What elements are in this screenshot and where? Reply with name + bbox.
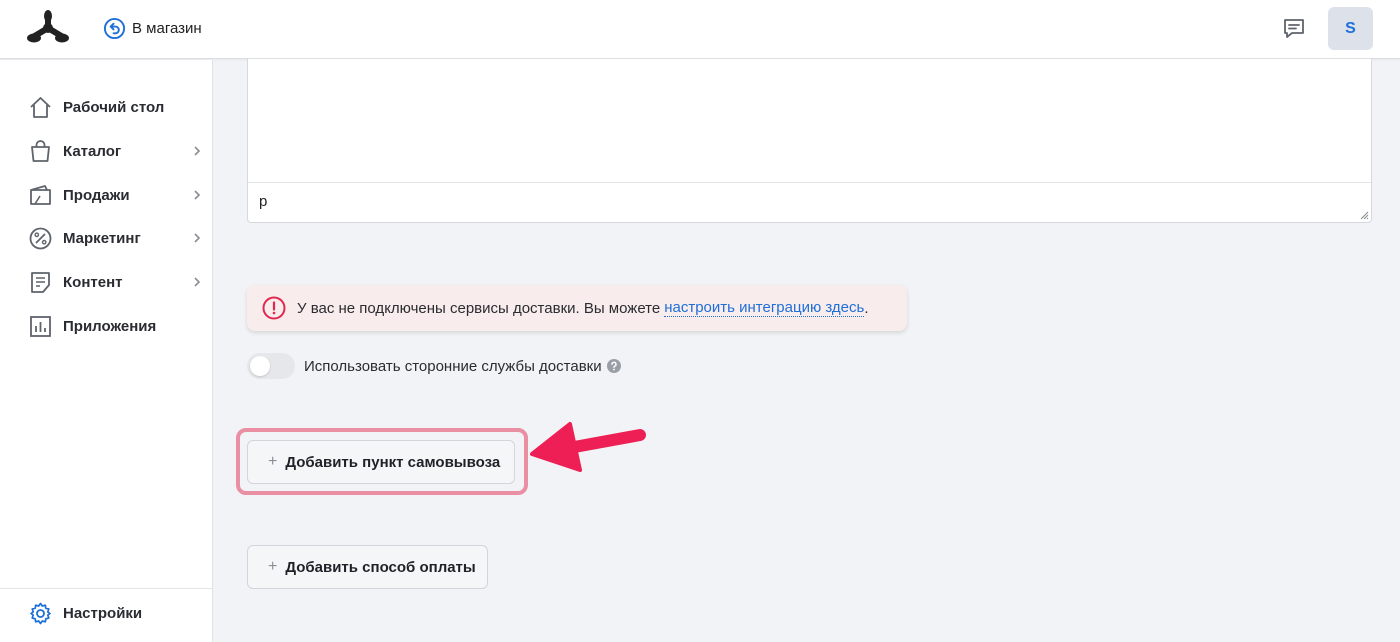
- sidebar-item-label: Рабочий стол: [63, 98, 165, 116]
- third-party-delivery-toggle[interactable]: [247, 353, 295, 379]
- content-icon: [31, 271, 50, 293]
- apps-chart-icon: [30, 315, 51, 337]
- sidebar: Рабочий стол Каталог Продажи Маркетинг К…: [0, 60, 213, 642]
- chevron-right-icon: [194, 190, 201, 200]
- third-party-delivery-label: Использовать сторонние службы доставки: [304, 357, 602, 375]
- annotation-arrow-icon: [530, 422, 646, 472]
- delivery-alert: У вас не подключены сервисы доставки. Вы…: [247, 285, 907, 331]
- top-bar: В магазин S: [0, 0, 1400, 59]
- sidebar-item-settings[interactable]: Настройки: [28, 600, 204, 626]
- sidebar-item-sales[interactable]: Продажи: [28, 182, 204, 208]
- sidebar-item-label: Каталог: [63, 142, 122, 160]
- gear-icon: [30, 602, 51, 624]
- shopping-bag-icon: [31, 139, 50, 162]
- sidebar-item-apps[interactable]: Приложения: [28, 313, 204, 339]
- chevron-right-icon: [194, 146, 201, 156]
- back-to-store-label: В магазин: [132, 20, 202, 37]
- alert-text: У вас не подключены сервисы доставки. Вы…: [297, 299, 661, 317]
- sidebar-item-label: Настройки: [63, 604, 143, 622]
- alert-suffix: .: [864, 299, 869, 317]
- sidebar-divider: [0, 588, 212, 589]
- percent-icon: [29, 227, 52, 249]
- sidebar-item-label: Маркетинг: [63, 229, 141, 247]
- home-icon: [30, 96, 51, 118]
- add-pickup-point-button[interactable]: + Добавить пункт самовывоза: [247, 440, 515, 484]
- rich-text-editor[interactable]: p: [247, 59, 1372, 223]
- chevron-right-icon: [194, 277, 201, 287]
- help-question-icon[interactable]: [606, 359, 621, 373]
- user-avatar[interactable]: S: [1328, 7, 1373, 50]
- chevron-right-icon: [194, 233, 201, 243]
- sidebar-item-label: Контент: [63, 273, 123, 291]
- editor-statusbar-divider: [248, 182, 1371, 183]
- toggle-knob: [250, 356, 270, 376]
- plus-icon: +: [268, 453, 278, 470]
- sidebar-item-dashboard[interactable]: Рабочий стол: [28, 94, 204, 120]
- sidebar-item-catalog[interactable]: Каталог: [28, 138, 204, 164]
- sidebar-item-label: Приложения: [63, 317, 157, 335]
- third-party-delivery-row: Использовать сторонние службы доставки: [247, 353, 621, 379]
- sidebar-item-label: Продажи: [63, 186, 130, 204]
- logo-icon[interactable]: [27, 9, 69, 47]
- resize-grip-icon[interactable]: [1359, 210, 1369, 220]
- chat-icon[interactable]: [1282, 16, 1306, 40]
- alert-circle-icon: [262, 296, 286, 320]
- sales-icon: [30, 184, 51, 205]
- sidebar-item-content[interactable]: Контент: [28, 269, 204, 295]
- sidebar-item-marketing[interactable]: Маркетинг: [28, 225, 204, 251]
- add-payment-method-label: Добавить способ оплаты: [285, 558, 476, 576]
- editor-element-path: p: [259, 193, 268, 210]
- back-arrow-circle-icon: [103, 17, 126, 40]
- back-to-store-link[interactable]: В магазин: [103, 17, 202, 40]
- plus-icon: +: [268, 558, 278, 575]
- setup-integration-link[interactable]: настроить интеграцию здесь: [664, 299, 865, 317]
- add-pickup-point-label: Добавить пункт самовывоза: [285, 453, 501, 471]
- add-payment-method-button[interactable]: + Добавить способ оплаты: [247, 545, 488, 589]
